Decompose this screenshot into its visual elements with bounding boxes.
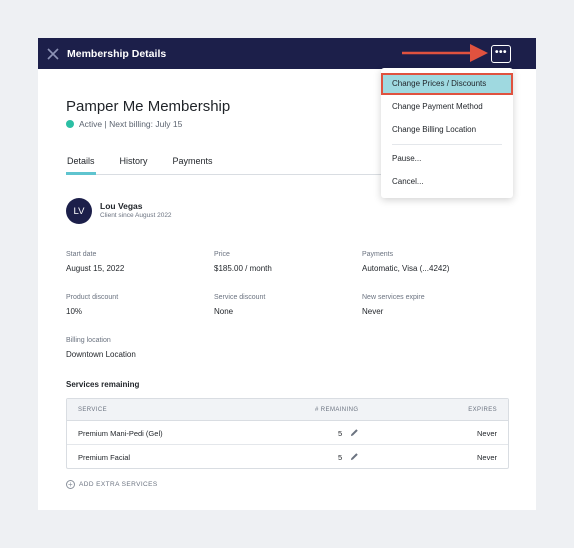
more-options-menu: Change Prices / Discounts Change Payment… — [381, 68, 513, 198]
service-discount-label: Service discount — [214, 294, 266, 301]
window-title: Membership Details — [67, 47, 167, 60]
add-extra-services-label: ADD EXTRA SERVICES — [79, 481, 158, 488]
billing-location-label: Billing location — [66, 337, 111, 344]
table-header: SERVICE # REMAINING EXPIRES — [67, 399, 508, 421]
menu-item-cancel[interactable]: Cancel... — [381, 171, 513, 193]
start-date-label: Start date — [66, 251, 97, 258]
tab-payments[interactable]: Payments — [172, 156, 214, 175]
pencil-icon[interactable] — [350, 452, 359, 461]
tab-details[interactable]: Details — [66, 156, 96, 175]
services-table: SERVICE # REMAINING EXPIRES Premium Mani… — [66, 398, 509, 469]
client-name[interactable]: Lou Vegas — [100, 201, 143, 211]
column-expires: EXPIRES — [468, 407, 497, 413]
service-expires: Never — [476, 453, 497, 462]
service-name: Premium Mani-Pedi (Gel) — [78, 429, 163, 438]
start-date-value: August 15, 2022 — [66, 264, 125, 273]
add-extra-services-button[interactable]: + ADD EXTRA SERVICES — [66, 480, 158, 489]
close-icon[interactable] — [46, 47, 60, 61]
services-remaining-title: Services remaining — [66, 380, 140, 389]
membership-status: Active | Next billing: July 15 — [66, 119, 182, 129]
service-expires: Never — [476, 429, 497, 438]
price-value: $185.00 / month — [214, 264, 272, 273]
service-remaining: 5 — [338, 453, 343, 462]
more-icon: ••• — [494, 46, 507, 58]
column-service: SERVICE — [78, 407, 108, 413]
status-text: Active | Next billing: July 15 — [79, 119, 183, 129]
payments-value: Automatic, Visa (...4242) — [362, 264, 450, 273]
membership-title: Pamper Me Membership — [66, 98, 231, 115]
menu-item-pause[interactable]: Pause... — [381, 148, 513, 170]
menu-item-change-billing-location[interactable]: Change Billing Location — [381, 119, 513, 141]
new-services-expire-value: Never — [362, 307, 384, 316]
more-options-button[interactable]: ••• — [491, 45, 511, 63]
plus-circle-icon: + — [66, 479, 75, 489]
status-dot-icon — [66, 120, 74, 128]
payments-label: Payments — [362, 251, 394, 258]
product-discount-value: 10% — [66, 307, 83, 316]
table-row: Premium Mani-Pedi (Gel) 5 Never — [67, 421, 508, 445]
billing-location-value: Downtown Location — [66, 350, 136, 359]
avatar: LV — [66, 198, 92, 224]
table-row: Premium Facial 5 Never — [67, 445, 508, 469]
price-label: Price — [214, 251, 230, 258]
menu-item-change-payment-method[interactable]: Change Payment Method — [381, 96, 513, 118]
new-services-expire-label: New services expire — [362, 294, 425, 301]
service-remaining: 5 — [338, 429, 343, 438]
client-since: Client since August 2022 — [100, 212, 172, 219]
red-arrow-annotation — [402, 44, 488, 62]
menu-divider — [392, 144, 502, 145]
product-discount-label: Product discount — [66, 294, 119, 301]
tab-history[interactable]: History — [119, 156, 149, 175]
pencil-icon[interactable] — [350, 428, 359, 437]
service-name: Premium Facial — [78, 453, 131, 462]
service-discount-value: None — [214, 307, 234, 316]
menu-item-change-prices[interactable]: Change Prices / Discounts — [381, 73, 513, 95]
column-remaining: # REMAINING — [315, 407, 359, 413]
